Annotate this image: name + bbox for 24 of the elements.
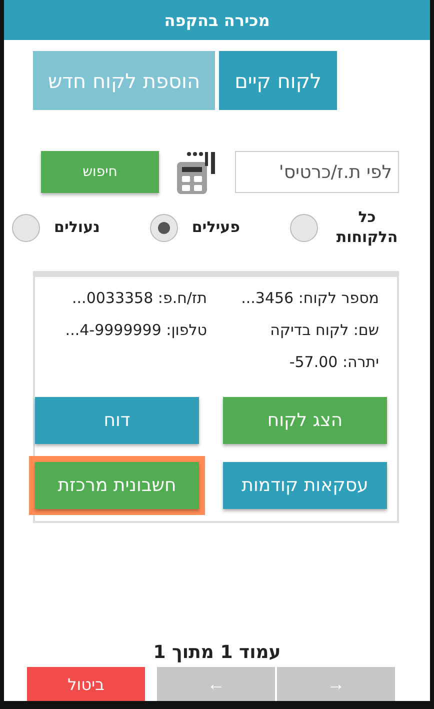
customer-detail: תז/ח.פ: 0033358... <box>71 289 207 307</box>
tab[interactable]: הוספת לקוח חדש <box>33 51 215 110</box>
radio-button[interactable] <box>12 214 40 242</box>
radio-button[interactable] <box>290 214 318 242</box>
search-button[interactable]: חיפוש <box>41 151 159 193</box>
previous-button[interactable]: ← <box>157 667 275 701</box>
tab[interactable]: לקוח קיים <box>219 51 337 110</box>
filter-option[interactable]: כל הלקוחות <box>290 208 402 247</box>
next-button[interactable]: → <box>277 667 395 701</box>
action-button[interactable]: עסקאות קודמות <box>223 462 387 509</box>
radio-button[interactable] <box>150 214 178 242</box>
action-button[interactable]: דוח <box>35 397 199 444</box>
action-button[interactable]: הצג לקוח <box>223 397 387 444</box>
customer-detail: טלפון: 4-9999999... <box>64 321 207 339</box>
customer-detail: שם: לקוח בדיקה <box>269 321 379 339</box>
screen-title: מכירה בהקפה <box>164 10 270 30</box>
action-button[interactable]: חשבונית מרכזת <box>35 462 199 509</box>
search-field[interactable]: לפי ת.ז/כרטיס' <box>235 151 399 193</box>
page-indicator: עמוד 1 מתוך 1 <box>153 642 281 663</box>
customer-detail: מספר לקוח: 3456... <box>240 289 379 307</box>
filter-option[interactable]: פעילים <box>150 208 240 247</box>
filter-option[interactable]: נעולים <box>12 208 100 247</box>
customer-detail: יתרה: 57.00- <box>288 353 379 371</box>
cancel-button[interactable]: ביטול <box>27 667 145 701</box>
